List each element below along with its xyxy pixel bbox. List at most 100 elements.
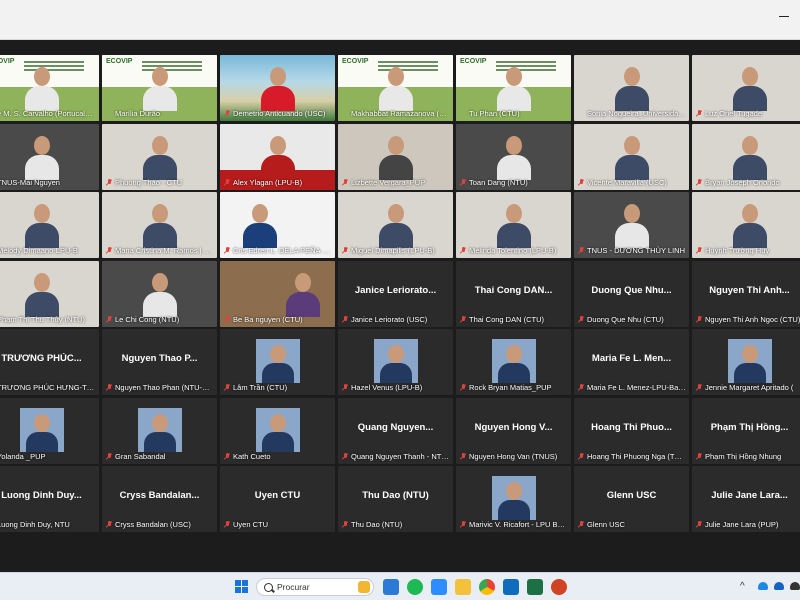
window-titlebar [0,0,800,40]
participant-tile[interactable]: Duong Que Nhu... Duong Que Nhu (CTU) [574,260,689,327]
participant-tile[interactable]: Cris Edren L. DELA PEÑA (USC) [220,192,335,258]
participant-tile[interactable]: Lâm Trần (CTU) [220,329,335,395]
participant-tile[interactable]: Phạm Thị Hồng... Phạm Thị Hồng Nhung [692,397,800,464]
taskbar-search[interactable]: Procurar [256,578,374,596]
participant-tile[interactable]: TRƯƠNG PHÚC... TRƯƠNG PHÚC HƯNG-TNUS [0,329,99,395]
chrome-icon[interactable] [479,579,495,595]
participant-tile[interactable]: Luz Oriel Tugade [692,55,800,121]
muted-mic-icon [224,247,230,254]
outlook-icon[interactable] [503,579,519,595]
participant-tile[interactable]: Hoang Thi Phuo... Hoang Thi Phuong Nga (T… [574,397,689,464]
participant-display-name: Phạm Thị Hồng... [710,421,789,433]
participant-name: Huỳnh Trường Huy [705,246,770,255]
participant-name: Lizbette Vergara_PUP [351,177,426,187]
powerpoint-icon[interactable] [551,579,567,595]
participant-name: Duong Que Nhu (CTU) [587,314,664,324]
participant-tile[interactable]: Kath Cueto [220,397,335,464]
participant-name-label: Phuong Thao - CTU [105,177,214,188]
participant-name: Nguyen Thao Phan (NTU-VN) [115,383,214,392]
network-icon[interactable] [790,582,800,590]
participant-tile[interactable]: ECOVIP Tu Phan (CTU) [456,55,571,121]
participant-tile[interactable]: TNUS - DƯƠNG THÙY LINH [574,192,689,258]
participant-tile[interactable]: Vicente Maravilla (USC) [574,123,689,190]
participant-tile[interactable]: Rock Bryan Matias_PUP [456,329,571,395]
participant-tile[interactable]: ECOVIP Marília Durão [102,55,217,121]
participant-tile[interactable]: Thai Cong DAN... Thai Cong DAN (CTU) [456,260,571,327]
participant-name-label: Jennie Margaret Apritado ( [695,382,800,393]
participant-tile[interactable]: Melody Dimaano-LPU-B [0,192,99,258]
participant-name: Nguyen Thi Anh Ngoc (CTU) [705,314,800,324]
participant-name: Miguel Dimapilis (LPU-B) [351,246,435,255]
muted-mic-icon [224,521,230,528]
windows-start-icon[interactable] [235,580,249,594]
participant-tile[interactable]: Glenn USC Glenn USC [574,466,689,532]
muted-mic-icon [696,247,702,254]
participant-tile[interactable]: ECOVIP e M. S. Carvalho (Portucalens... [0,55,99,121]
zoom-app-icon[interactable] [431,579,447,595]
muted-mic-icon [342,384,348,391]
muted-mic-icon [578,384,584,391]
participant-video [260,135,295,180]
participant-tile[interactable]: Cryss Bandalan... Cryss Bandalan (USC) [102,466,217,532]
participant-name: Uyen CTU [233,520,269,529]
participant-name-label: Kath Cueto [223,451,332,462]
tray-chevron-icon[interactable]: ^ [740,581,745,592]
search-placeholder: Procurar [277,582,310,592]
participant-tile[interactable]: Sónia Nogueira_Universidade... [574,55,689,121]
participant-tile[interactable]: Bryan Joseph Oriondo [692,123,800,190]
participant-tile[interactable]: Miguel Dimapilis (LPU-B) [338,192,453,258]
participant-video [378,135,413,180]
excel-icon[interactable] [527,579,543,595]
cloud-icon[interactable] [774,582,784,590]
participant-tile[interactable]: Marivic V. Ricafort - LPU BATA... [456,466,571,532]
participant-display-name: Hoang Thi Phuo... [591,421,672,433]
participant-name-label: TRƯƠNG PHÚC HƯNG-TNUS [0,382,96,393]
participant-video [243,204,278,248]
participant-tile[interactable]: Demetrio Anticuando (USC) [220,55,335,121]
tasks-icon[interactable] [383,579,399,595]
participant-tile[interactable]: Julie Jane Lara... Julie Jane Lara (PUP) [692,466,800,532]
participant-display-name: Janice Leriorato... [354,284,437,296]
participant-tile[interactable]: Melinda Tolentino (LPU-B) [456,192,571,258]
participant-tile[interactable]: Maria Cristina M. Ramos | LP... [102,192,217,258]
participant-tile[interactable]: Nguyen Thi Anh... Nguyen Thi Anh Ngoc (CT… [692,260,800,327]
participant-tile[interactable]: Hazel Venus (LPU-B) [338,329,453,395]
participant-tile[interactable]: Quang Nguyen... Quang Nguyen Thanh - NTU … [338,397,453,464]
file-explorer-icon[interactable] [455,579,471,595]
muted-mic-icon [460,452,466,460]
minimize-icon[interactable] [777,9,791,23]
participant-tile[interactable]: Nguyen Hong V... Nguyen Hong Van (TNUS) [456,397,571,464]
participant-display-name: Glenn USC [606,490,657,501]
participant-tile[interactable]: Uyen CTU Uyen CTU [220,466,335,532]
participant-tile[interactable]: Nguyen Thao P... Nguyen Thao Phan (NTU-VN… [102,329,217,395]
participant-video [496,135,531,180]
participant-tile[interactable]: Gran Sabandal [102,397,217,464]
profile-photo [491,339,536,383]
participant-tile[interactable]: Maria Fe L. Men... Maria Fe L. Menez-LPU-… [574,329,689,395]
participant-tile[interactable]: Toan Dang (NTU) [456,123,571,190]
participant-tile[interactable]: Jennie Margaret Apritado ( [692,329,800,395]
muted-mic-icon [460,521,466,528]
onedrive-icon[interactable] [758,582,768,590]
muted-mic-icon [106,178,112,186]
muted-mic-icon [696,521,702,528]
participant-tile[interactable]: Le Chi Cong (NTU) [102,260,217,327]
participant-tile[interactable]: Phuong Thao - CTU [102,123,217,190]
participant-name-label: Duong Que Nhu (CTU) [577,314,686,325]
spotify-icon[interactable] [407,579,423,595]
participant-tile[interactable]: Huỳnh Trường Huy [692,192,800,258]
participant-tile[interactable]: Phạm Thị Thu Thủy (NTU) [0,260,99,327]
participant-tile[interactable]: Be Ba nguyen (CTU) [220,260,335,327]
participant-tile[interactable]: Janice Leriorato... Janice Leriorato (USC… [338,260,453,327]
participant-name-label: Luong Dinh Duy, NTU [0,519,96,530]
participant-name-label: TNUS-Mai Nguyen [0,177,96,188]
participant-tile[interactable]: Lizbette Vergara_PUP [338,123,453,190]
participant-tile[interactable]: TNUS-Mai Nguyen [0,123,99,190]
participant-name-label: Maria Cristina M. Ramos | LP... [105,245,214,256]
participant-tile[interactable]: Yolanda _PUP [0,397,99,464]
participant-tile[interactable]: Alex Ylagan (LPU-B) [220,123,335,190]
participant-tile[interactable]: Luong Dinh Duy... Luong Dinh Duy, NTU [0,466,99,532]
participant-name: Bryan Joseph Oriondo [705,177,780,187]
participant-tile[interactable]: ECOVIP Makhabbat Ramazanova (UPT) [338,55,453,121]
participant-tile[interactable]: Thu Dao (NTU) Thu Dao (NTU) [338,466,453,532]
